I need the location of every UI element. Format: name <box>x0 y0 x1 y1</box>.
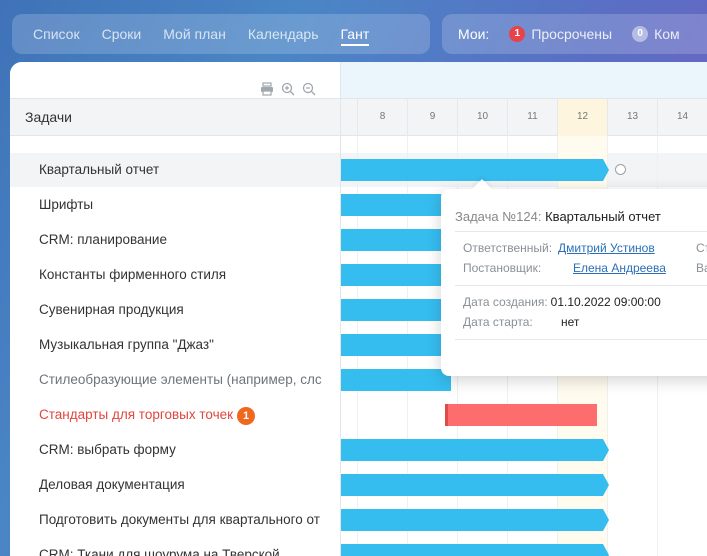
gantt-day-header: 8 9 10 11 12 13 14 <box>341 98 707 136</box>
gantt-day-cell: 10 <box>457 99 507 136</box>
tab-deadlines[interactable]: Сроки <box>91 14 153 54</box>
task-label: CRM: Ткани для шоурума на Тверской <box>39 547 280 556</box>
creator-label: Постановщик: <box>463 261 542 275</box>
gantt-task-bar[interactable] <box>445 404 597 426</box>
responsible-link[interactable]: Дмитрий Устинов <box>558 241 655 255</box>
gantt-task-bar[interactable] <box>341 439 609 461</box>
created-value: 01.10.2022 09:00:00 <box>550 295 661 309</box>
popup-created-row: Дата создания: 01.10.2022 09:00:00 <box>463 295 661 309</box>
filter-overdue[interactable]: 1 Просрочены <box>509 26 612 42</box>
gantt-task-bar[interactable] <box>341 544 609 556</box>
task-row[interactable]: Шрифты <box>10 188 340 222</box>
zoom-in-icon[interactable] <box>281 82 295 96</box>
filter-overdue-label: Просрочены <box>531 26 613 42</box>
task-row[interactable]: Сувенирная продукция <box>10 293 340 327</box>
gantt-day-cell: 8 <box>357 99 407 136</box>
comments-count-badge: 0 <box>632 26 649 42</box>
popup-task-number: Задача №124: <box>455 209 542 224</box>
filter-comments[interactable]: 0 Ком <box>632 26 680 42</box>
created-label: Дата создания: <box>463 295 548 309</box>
task-label: Деловая документация <box>39 477 185 492</box>
gantt-task-bar[interactable] <box>341 509 609 531</box>
tab-list[interactable]: Список <box>22 14 91 54</box>
task-label: Стандарты для торговых точек <box>39 407 234 422</box>
task-row[interactable]: Стандарты для торговых точек 1 <box>10 398 340 432</box>
view-tabs: Список Сроки Мой план Календарь Гант <box>12 14 430 54</box>
gantt-task-bar[interactable] <box>341 229 451 251</box>
gantt-day-cell: 9 <box>407 99 457 136</box>
task-row[interactable]: CRM: выбрать форму <box>10 433 340 467</box>
popup-title: Задача №124: Квартальный отчет <box>455 209 661 224</box>
task-row[interactable]: Константы фирменного стиля <box>10 258 340 292</box>
gantt-task-bar[interactable] <box>341 369 451 391</box>
gantt-task-bar[interactable] <box>341 264 451 286</box>
task-label: CRM: планирование <box>39 232 167 247</box>
popup-cut-label-1: Ст <box>696 241 707 255</box>
gantt-task-bar[interactable] <box>341 159 609 181</box>
task-row[interactable]: Стилеобразующие элементы (например, слс <box>10 363 340 397</box>
task-label: Квартальный отчет <box>39 162 160 177</box>
tasks-header: Задачи <box>10 98 340 136</box>
task-label: Подготовить документы для квартального о… <box>39 512 320 527</box>
tasks-header-label: Задачи <box>25 109 73 125</box>
gantt-task-bar[interactable] <box>341 194 451 216</box>
gantt-day-cell: 14 <box>657 99 707 136</box>
task-popup: Задача №124: Квартальный отчет Ответстве… <box>441 189 707 376</box>
overdue-count-badge: 1 <box>509 26 526 42</box>
task-label: CRM: выбрать форму <box>39 442 176 457</box>
task-row[interactable]: Подготовить документы для квартального о… <box>10 503 340 537</box>
start-label: Дата старта: <box>463 315 533 329</box>
print-icon[interactable] <box>260 82 274 96</box>
task-label: Стилеобразующие элементы (например, слс <box>39 372 322 387</box>
gantt-day-cell: 13 <box>607 99 657 136</box>
task-list-column: Задачи Квартальный отчет Шрифты CRM: плани… <box>10 62 341 556</box>
task-row[interactable]: Музыкальная группа "Джаз" <box>10 328 340 362</box>
milestone-circle-icon[interactable] <box>615 164 626 175</box>
deadline-marker <box>445 404 448 426</box>
start-value: нет <box>561 315 580 329</box>
filters-label: Мои: <box>458 26 490 42</box>
my-filters: Мои: 1 Просрочены 0 Ком <box>442 14 707 54</box>
tab-gantt[interactable]: Гант <box>330 14 381 54</box>
gantt-task-bar[interactable] <box>341 474 609 496</box>
filter-comments-label: Ком <box>654 26 680 42</box>
popup-cut-label-2: Ва <box>696 261 707 275</box>
zoom-out-icon[interactable] <box>302 82 316 96</box>
task-row[interactable]: Квартальный отчет <box>10 153 340 187</box>
popup-start-row: Дата старта: нет <box>463 315 579 329</box>
creator-link[interactable]: Елена Андреева <box>573 261 666 275</box>
task-label: Музыкальная группа "Джаз" <box>39 337 214 352</box>
comment-count-badge[interactable]: 1 <box>237 407 256 425</box>
task-label: Сувенирная продукция <box>39 302 184 317</box>
gantt-task-bar[interactable] <box>341 334 451 356</box>
popup-task-name[interactable]: Квартальный отчет <box>545 209 661 224</box>
task-row[interactable]: Деловая документация <box>10 468 340 502</box>
responsible-label: Ответственный: <box>463 241 553 255</box>
popup-creator-row: Постановщик: Елена Андреева <box>463 261 666 275</box>
popup-responsible-row: Ответственный: Дмитрий Устинов <box>463 241 655 255</box>
task-row[interactable]: CRM: Ткани для шоурума на Тверской <box>10 538 340 556</box>
popup-divider <box>455 231 707 232</box>
tab-my-plan[interactable]: Мой план <box>152 14 237 54</box>
gantt-day-cell: 11 <box>507 99 557 136</box>
task-label: Константы фирменного стиля <box>39 267 227 282</box>
task-row[interactable]: CRM: планирование <box>10 223 340 257</box>
popup-divider <box>455 285 707 286</box>
gantt-month-header <box>341 62 707 98</box>
tab-calendar[interactable]: Календарь <box>237 14 330 54</box>
gantt-task-bar[interactable] <box>341 299 451 321</box>
gantt-tools <box>260 82 316 96</box>
task-label: Шрифты <box>39 197 94 212</box>
popup-divider <box>455 339 707 340</box>
gantt-day-cell: 12 <box>557 99 607 136</box>
